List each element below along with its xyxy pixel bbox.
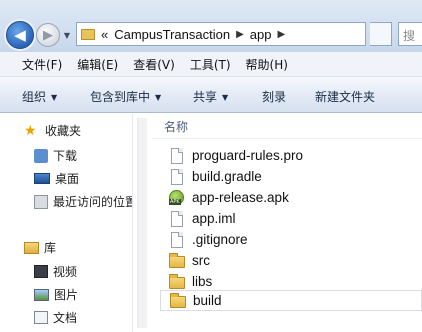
- menu-view[interactable]: 查看(V): [133, 56, 175, 73]
- picture-library-icon: [34, 288, 49, 301]
- menu-help[interactable]: 帮助(H): [246, 56, 288, 73]
- file-list: 名称 proguard-rules.pro build.gradle app-r…: [152, 114, 422, 332]
- nav-item-documents[interactable]: 文档: [34, 309, 77, 326]
- command-bar: 组织 ▼ 包含到库中 ▼ 共享 ▼ 刻录 新建文件夹: [0, 77, 422, 113]
- menu-bar: 文件(F) 编辑(E) 查看(V) 工具(T) 帮助(H): [0, 52, 422, 77]
- forward-button[interactable]: ▶: [36, 23, 60, 47]
- chevron-down-icon: ▼: [222, 93, 229, 102]
- breadcrumb-separator-icon[interactable]: ▶: [236, 29, 244, 40]
- file-name: app.iml: [192, 211, 236, 226]
- chevron-down-icon: ▼: [155, 93, 162, 102]
- nav-item-downloads[interactable]: 下载: [34, 147, 77, 164]
- file-row[interactable]: proguard-rules.pro: [160, 145, 422, 166]
- back-button[interactable]: ◀: [6, 21, 34, 49]
- star-icon: ★: [24, 122, 37, 139]
- search-input[interactable]: 搜: [398, 22, 422, 46]
- menu-file[interactable]: 文件(F): [22, 56, 62, 73]
- address-bar[interactable]: « CampusTransaction ▶ app ▶: [76, 22, 366, 46]
- file-name: build.gradle: [192, 169, 262, 184]
- chevron-down-icon: ▼: [51, 93, 58, 102]
- nav-libraries[interactable]: 库: [24, 239, 56, 256]
- folder-icon: [170, 292, 186, 309]
- file-row[interactable]: .gitignore: [160, 229, 422, 250]
- folder-row-selected[interactable]: build: [160, 290, 422, 311]
- file-row[interactable]: app.iml: [160, 208, 422, 229]
- recent-pages-dropdown[interactable]: ▼: [62, 31, 72, 41]
- nav-item-label: 下载: [53, 149, 78, 163]
- file-icon: [169, 231, 185, 248]
- nav-item-desktop[interactable]: 桌面: [34, 170, 79, 187]
- file-name: app-release.apk: [192, 190, 289, 205]
- column-header-name[interactable]: 名称: [164, 118, 188, 135]
- search-placeholder: 搜: [403, 29, 416, 43]
- folder-name: libs: [192, 274, 213, 289]
- address-row: ◀ ▶ ▼ « CampusTransaction ▶ app ▶ 搜: [0, 0, 422, 52]
- nav-libraries-label: 库: [44, 241, 57, 255]
- file-row[interactable]: build.gradle: [160, 166, 422, 187]
- file-icon: [169, 147, 185, 164]
- folder-icon: [169, 273, 185, 290]
- document-library-icon: [34, 311, 48, 324]
- library-icon: [24, 241, 39, 254]
- folder-icon: [81, 28, 95, 40]
- share-label: 共享: [193, 90, 218, 104]
- navigation-pane-scrollbar[interactable]: [132, 114, 152, 332]
- scrollbar-track[interactable]: [137, 118, 147, 328]
- breadcrumb-campustransaction[interactable]: CampusTransaction: [114, 27, 230, 42]
- include-in-library-label: 包含到库中: [90, 90, 151, 104]
- menu-edit[interactable]: 编辑(E): [77, 56, 118, 73]
- header-divider: [152, 138, 422, 139]
- file-icon: [169, 210, 185, 227]
- video-library-icon: [34, 265, 48, 278]
- include-in-library-button[interactable]: 包含到库中 ▼: [90, 88, 161, 105]
- breadcrumb-app[interactable]: app: [250, 27, 272, 42]
- nav-item-label: 桌面: [55, 172, 80, 186]
- file-icon: [169, 168, 185, 185]
- arrow-left-icon: ◀: [14, 26, 26, 44]
- folder-name: src: [192, 253, 210, 268]
- navigation-pane: ★ 收藏夹 下载 桌面 最近访问的位置 库 视频 图片 文档: [0, 114, 132, 332]
- download-folder-icon: [34, 148, 48, 163]
- nav-favorites-label: 收藏夹: [45, 124, 82, 138]
- file-row[interactable]: app-release.apk: [160, 187, 422, 208]
- share-button[interactable]: 共享 ▼: [193, 88, 228, 105]
- breadcrumb-overflow[interactable]: «: [101, 27, 108, 42]
- desktop-icon: [34, 173, 50, 184]
- nav-item-label: 视频: [53, 265, 78, 279]
- folder-icon: [169, 252, 185, 269]
- breadcrumb-separator-icon[interactable]: ▶: [278, 29, 286, 40]
- new-folder-button[interactable]: 新建文件夹: [315, 88, 375, 105]
- nav-favorites[interactable]: ★ 收藏夹: [24, 122, 81, 139]
- address-dropdown-button[interactable]: [370, 22, 392, 46]
- nav-item-label: 最近访问的位置: [53, 195, 132, 209]
- nav-item-recent-places[interactable]: 最近访问的位置: [34, 193, 132, 210]
- file-name: proguard-rules.pro: [192, 148, 304, 163]
- nav-item-videos[interactable]: 视频: [34, 263, 77, 280]
- folder-row[interactable]: libs: [160, 271, 422, 292]
- nav-item-label: 图片: [54, 288, 79, 302]
- organize-label: 组织: [22, 90, 47, 104]
- arrow-right-icon: ▶: [43, 27, 53, 43]
- apk-icon: [169, 189, 185, 206]
- menu-tools[interactable]: 工具(T): [190, 56, 231, 73]
- burn-button[interactable]: 刻录: [262, 88, 286, 105]
- organize-button[interactable]: 组织 ▼: [22, 88, 57, 105]
- nav-item-pictures[interactable]: 图片: [34, 286, 78, 303]
- folder-name: build: [193, 293, 222, 308]
- folder-row[interactable]: src: [160, 250, 422, 271]
- chevron-down-icon: ▼: [63, 31, 71, 40]
- file-name: .gitignore: [192, 232, 248, 247]
- recent-places-icon: [34, 194, 48, 209]
- nav-item-label: 文档: [53, 311, 78, 325]
